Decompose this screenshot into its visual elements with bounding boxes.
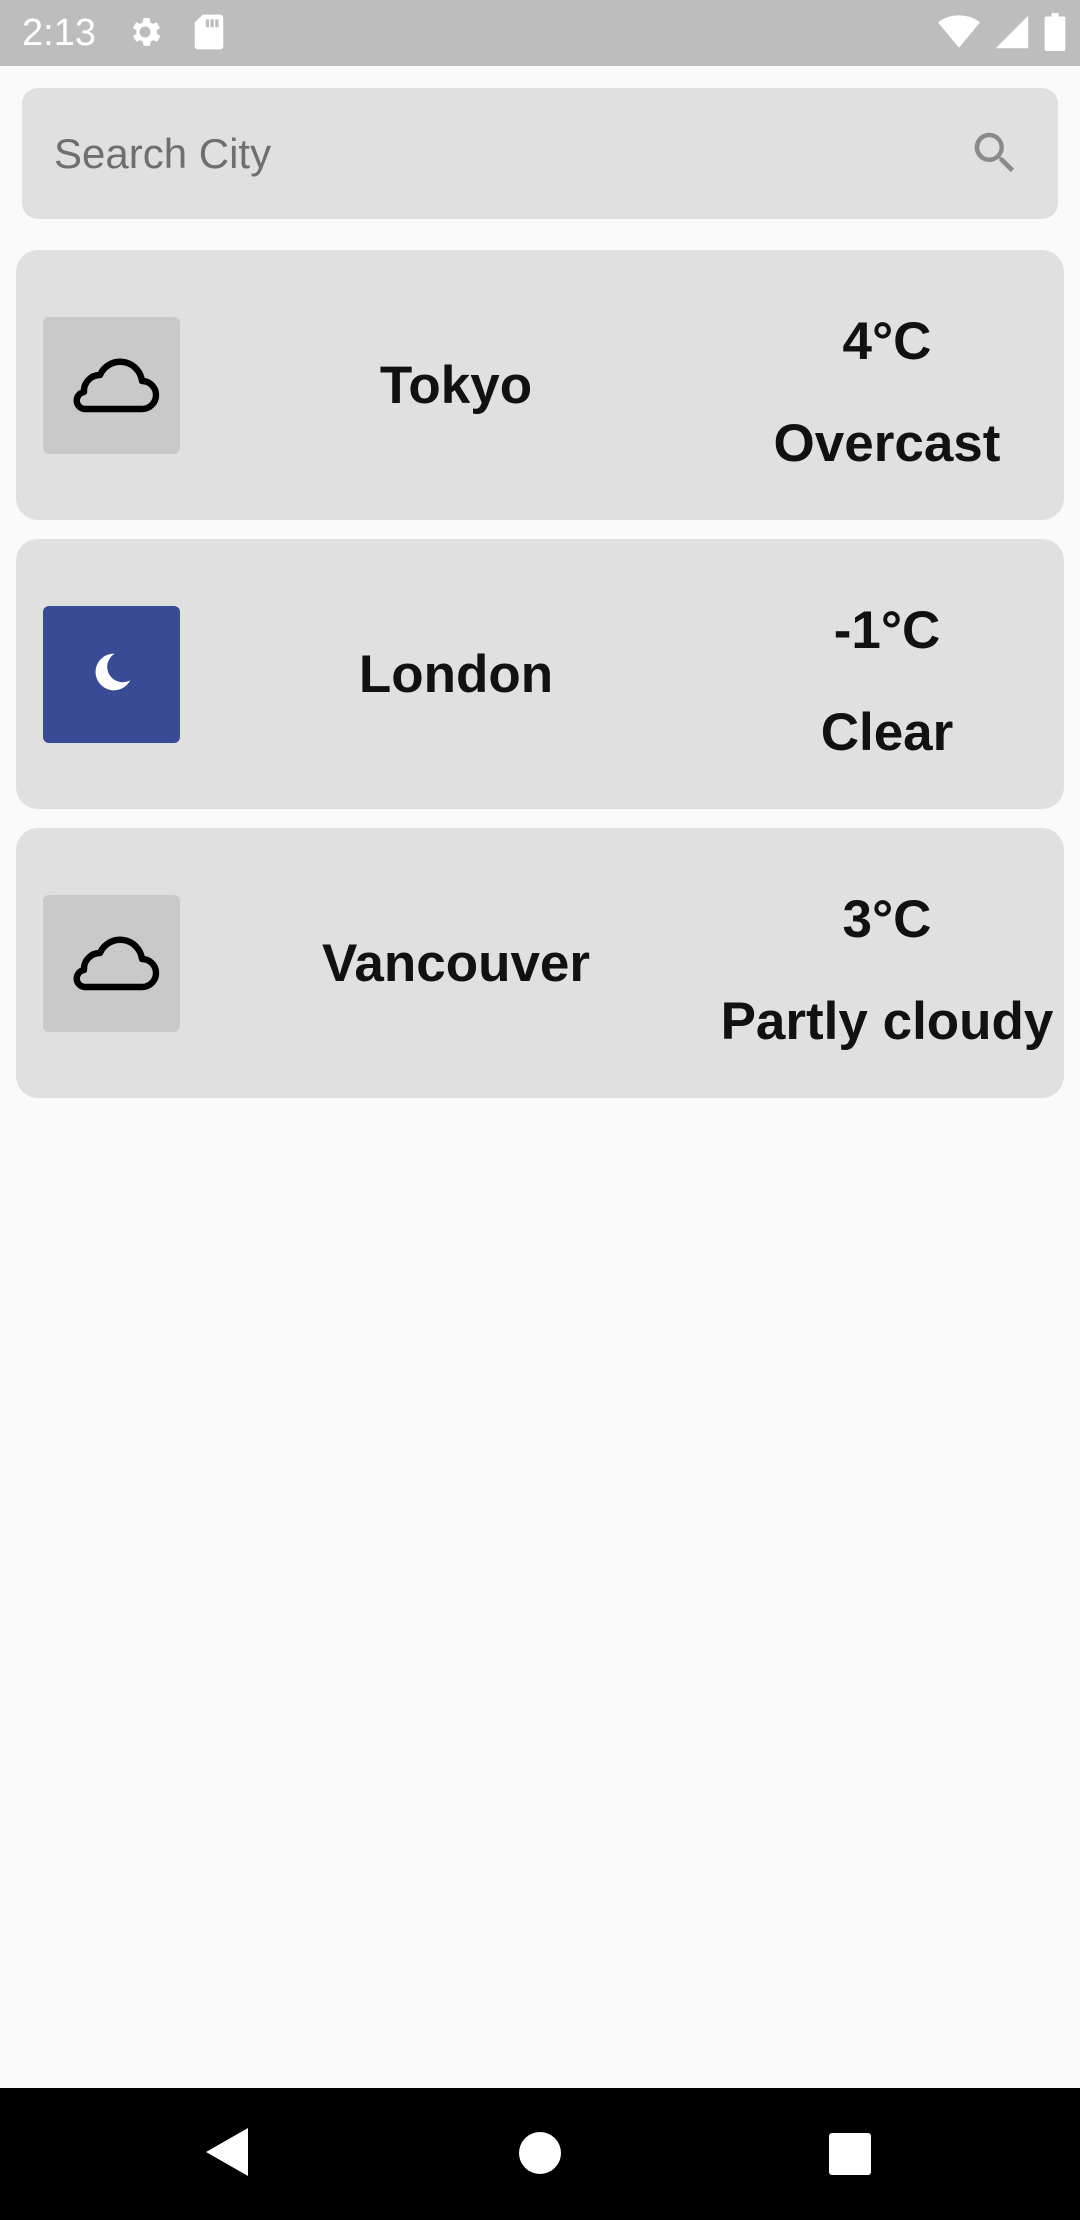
city-card-vancouver[interactable]: Vancouver 3°C Partly cloudy bbox=[16, 828, 1064, 1098]
city-temperature: -1°C bbox=[833, 601, 941, 660]
search-icon[interactable] bbox=[968, 126, 1022, 185]
weather-icon-box bbox=[43, 317, 180, 454]
city-condition: Partly cloudy bbox=[720, 992, 1054, 1051]
city-card-tokyo[interactable]: Tokyo 4°C Overcast bbox=[16, 250, 1064, 520]
home-icon[interactable] bbox=[519, 2132, 561, 2179]
status-time: 2:13 bbox=[22, 12, 96, 54]
recents-icon[interactable] bbox=[829, 2133, 871, 2180]
back-icon[interactable] bbox=[204, 2128, 248, 2181]
city-condition: Overcast bbox=[773, 414, 1001, 473]
weather-icon-box bbox=[43, 606, 180, 743]
moon-icon bbox=[90, 650, 134, 699]
weather-icon-box bbox=[43, 895, 180, 1032]
city-temperature: 3°C bbox=[842, 890, 932, 949]
search-box[interactable] bbox=[22, 88, 1058, 219]
navigation-bar bbox=[0, 2088, 1080, 2220]
cloud-icon bbox=[64, 929, 160, 998]
search-input[interactable] bbox=[54, 88, 954, 219]
city-card-london[interactable]: London -1°C Clear bbox=[16, 539, 1064, 809]
city-temperature: 4°C bbox=[842, 312, 932, 371]
city-name: Vancouver bbox=[321, 933, 591, 993]
city-name: Tokyo bbox=[379, 355, 533, 415]
wifi-icon bbox=[938, 14, 980, 50]
settings-icon bbox=[126, 13, 164, 51]
city-condition: Clear bbox=[820, 703, 954, 762]
cloud-icon bbox=[64, 351, 160, 420]
sd-card-icon bbox=[192, 13, 226, 51]
signal-icon bbox=[994, 14, 1030, 50]
status-bar: 2:13 bbox=[0, 0, 1080, 66]
battery-icon bbox=[1044, 13, 1066, 51]
city-name: London bbox=[358, 644, 554, 704]
